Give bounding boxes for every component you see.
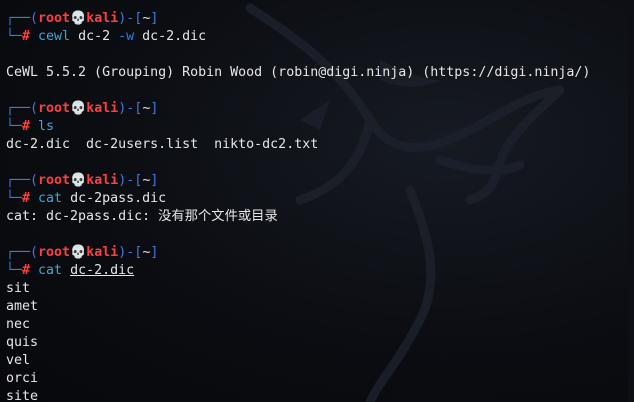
prompt-host: kali — [86, 101, 119, 116]
command-name: cewl — [30, 29, 71, 44]
prompt-user: root — [38, 245, 71, 260]
command-line: └─# cat dc-2pass.dic — [6, 190, 166, 208]
output-text: CeWL 5.5.2 (Grouping) Robin Wood (robin@… — [6, 65, 591, 80]
output-text: nec — [6, 317, 31, 332]
prompt-corner: └─ — [6, 191, 23, 206]
command-line: └─# ls — [6, 118, 54, 136]
prompt-host: kali — [86, 173, 119, 188]
output-text: vel — [6, 353, 31, 368]
command-arg: dc-2.dic — [70, 263, 135, 278]
output-line: nec — [6, 316, 30, 334]
prompt-corner: └─ — [6, 119, 23, 134]
prompt-line-top: ┌──(root💀kali)-[~] — [6, 100, 158, 118]
prompt-line-top: ┌──(root💀kali)-[~] — [6, 10, 158, 28]
prompt-hash: # — [22, 191, 31, 206]
output-text: orci — [6, 371, 39, 386]
command-arg: dc-2.dic — [134, 29, 207, 44]
skull-icon: 💀 — [70, 245, 87, 260]
command-line: └─# cewl dc-2 -w dc-2.dic — [6, 28, 206, 46]
output-line: vel — [6, 352, 30, 370]
prompt-corner: ┌──( — [6, 173, 39, 188]
prompt-bracket: ] — [150, 101, 159, 116]
command-arg: -w — [118, 29, 135, 44]
prompt-bracket: ] — [150, 173, 159, 188]
command-name: ls — [30, 119, 55, 134]
terminal-window[interactable]: ┌──(root💀kali)-[~] └─# cewl dc-2 -w dc-2.… — [0, 0, 634, 402]
prompt-corner: ┌──( — [6, 245, 39, 260]
prompt-separator: )-[ — [118, 101, 143, 116]
command-line: └─# cat dc-2.dic — [6, 262, 134, 280]
output-text: amet — [6, 299, 39, 314]
output-text: quis — [6, 335, 39, 350]
prompt-separator: )-[ — [118, 173, 143, 188]
output-line: sit — [6, 280, 30, 298]
prompt-hash: # — [22, 119, 31, 134]
command-name: cat — [30, 263, 63, 278]
output-line: quis — [6, 334, 38, 352]
prompt-host: kali — [86, 245, 119, 260]
prompt-hash: # — [22, 29, 31, 44]
output-text: cat: dc-2pass.dic: 没有那个文件或目录 — [6, 209, 278, 224]
skull-icon: 💀 — [70, 11, 87, 26]
prompt-bracket: ] — [150, 245, 159, 260]
command-name: cat — [30, 191, 63, 206]
output-text: site — [6, 389, 39, 402]
prompt-host: kali — [86, 11, 119, 26]
prompt-corner: └─ — [6, 263, 23, 278]
output-line: dc-2.dic dc-2users.list nikto-dc2.txt — [6, 136, 318, 154]
prompt-user: root — [38, 11, 71, 26]
prompt-user: root — [38, 173, 71, 188]
prompt-corner: └─ — [6, 29, 23, 44]
prompt-separator: )-[ — [118, 11, 143, 26]
skull-icon: 💀 — [70, 101, 87, 116]
scrollbar[interactable] — [628, 0, 634, 402]
skull-icon: 💀 — [70, 173, 87, 188]
prompt-user: root — [38, 101, 71, 116]
command-arg — [62, 263, 70, 278]
prompt-line-top: ┌──(root💀kali)-[~] — [6, 244, 158, 262]
prompt-hash: # — [22, 263, 31, 278]
prompt-separator: )-[ — [118, 245, 143, 260]
output-line: site — [6, 388, 38, 402]
command-arg: dc-2pass.dic — [62, 191, 167, 206]
output-line: amet — [6, 298, 38, 316]
output-text: dc-2.dic dc-2users.list nikto-dc2.txt — [6, 137, 319, 152]
output-line: cat: dc-2pass.dic: 没有那个文件或目录 — [6, 208, 278, 226]
prompt-corner: ┌──( — [6, 11, 39, 26]
command-arg: dc-2 — [70, 29, 119, 44]
output-line: CeWL 5.5.2 (Grouping) Robin Wood (robin@… — [6, 64, 590, 82]
prompt-line-top: ┌──(root💀kali)-[~] — [6, 172, 158, 190]
prompt-bracket: ] — [150, 11, 159, 26]
output-line: orci — [6, 370, 38, 388]
output-text: sit — [6, 281, 31, 296]
prompt-corner: ┌──( — [6, 101, 39, 116]
